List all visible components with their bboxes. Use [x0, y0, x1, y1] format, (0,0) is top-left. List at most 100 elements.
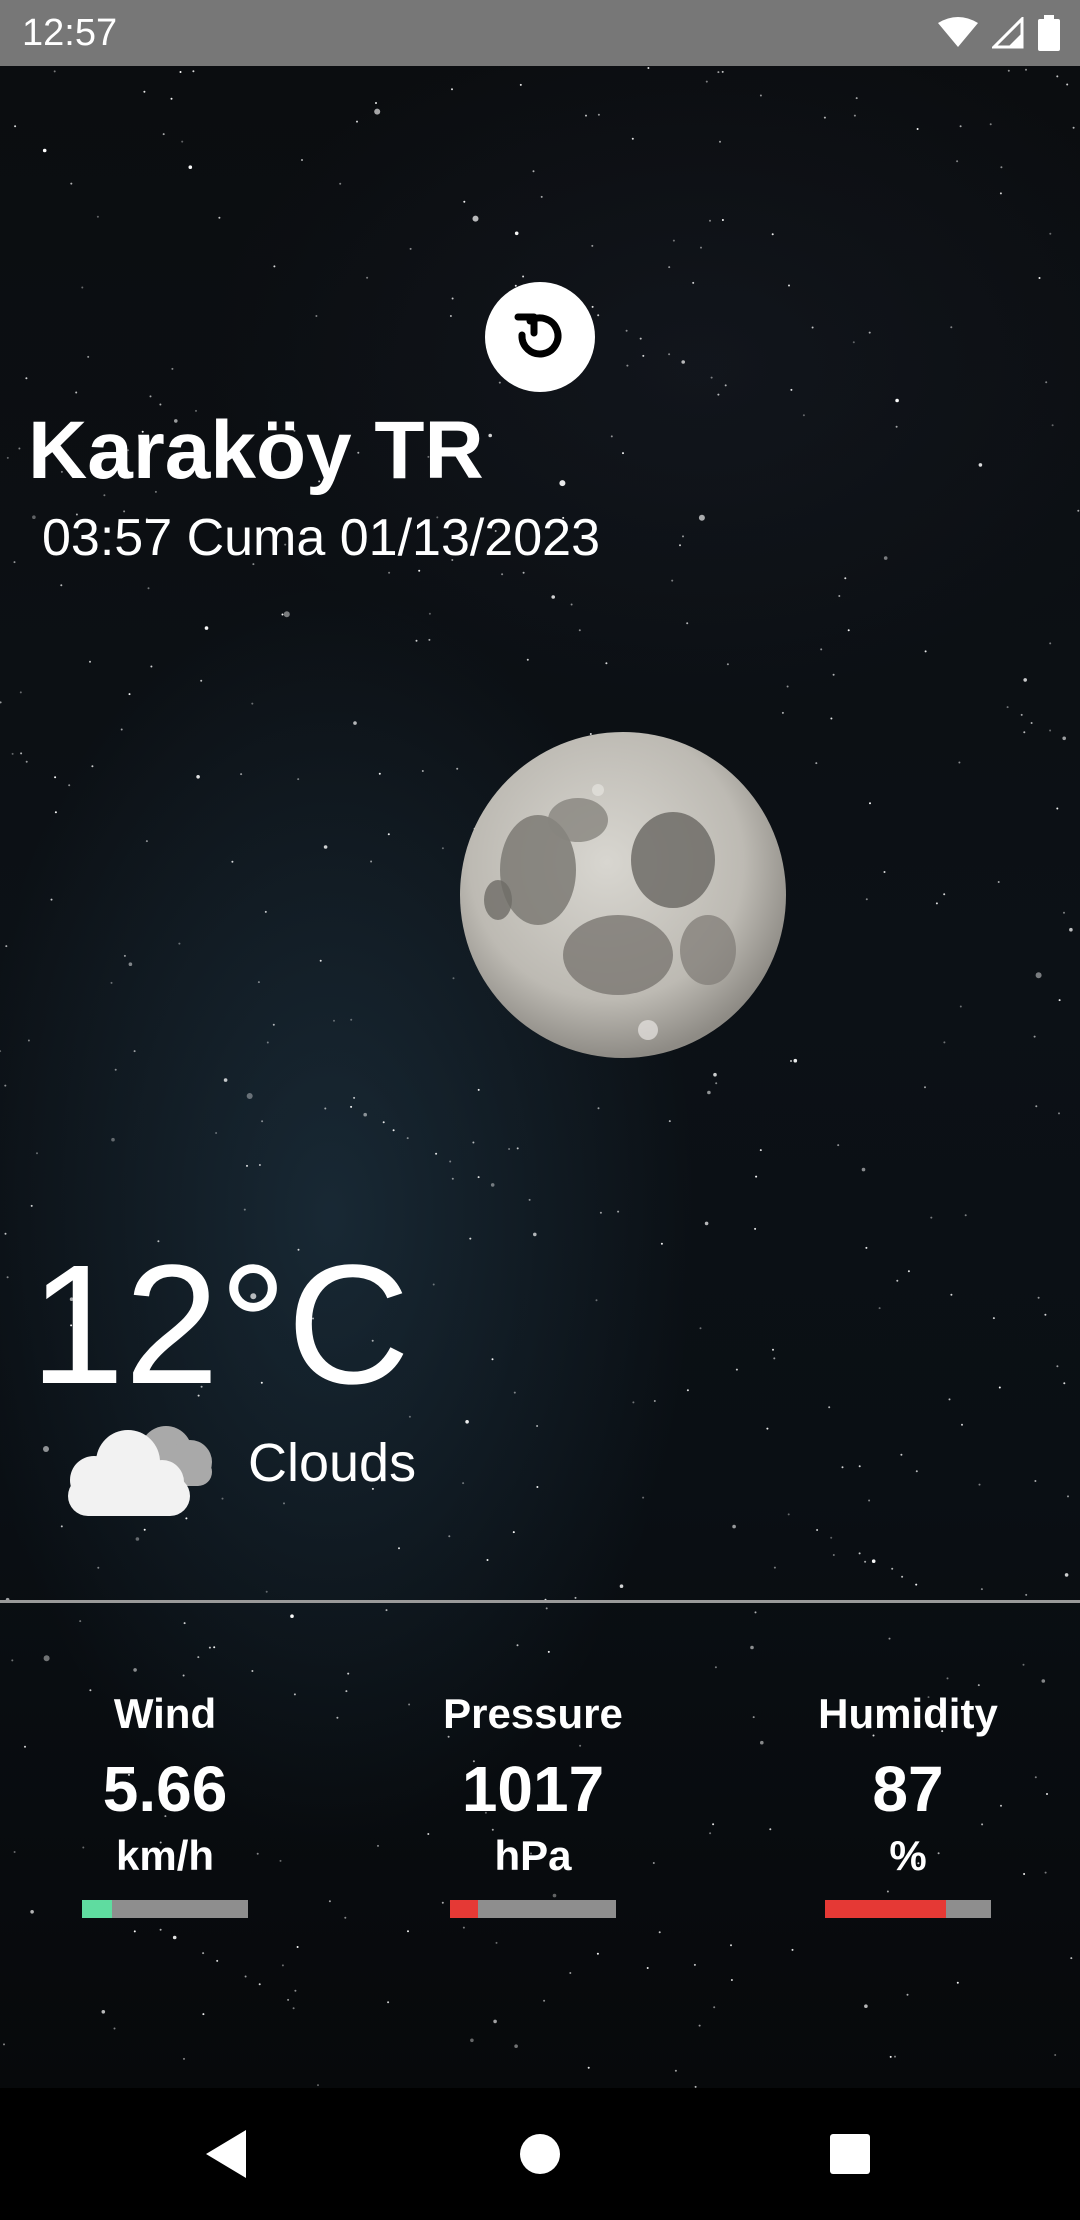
star: [900, 1453, 903, 1456]
star: [11, 752, 14, 755]
recents-button[interactable]: [784, 2088, 916, 2220]
star: [366, 276, 369, 279]
star: [1037, 1296, 1040, 1299]
star: [101, 2010, 106, 2014]
star: [1064, 1573, 1069, 1577]
star: [462, 1926, 465, 1929]
star: [791, 1948, 794, 1951]
back-button[interactable]: [160, 2088, 292, 2220]
star: [218, 216, 221, 219]
star: [773, 1357, 776, 1360]
star: [596, 1952, 599, 1955]
star: [830, 1536, 833, 1539]
star: [251, 1670, 254, 1672]
star: [54, 811, 57, 814]
star: [25, 377, 28, 380]
star: [333, 1019, 335, 1022]
star: [533, 1232, 537, 1237]
star: [883, 556, 888, 560]
star: [266, 1041, 269, 1044]
back-icon: [206, 2130, 246, 2178]
star: [1045, 381, 1048, 384]
star: [713, 2006, 716, 2009]
date-time: 03:57 Cuma 01/13/2023: [42, 509, 600, 567]
star: [717, 71, 720, 74]
star: [60, 1525, 63, 1528]
star: [536, 1486, 539, 1488]
star: [1000, 166, 1003, 169]
star: [714, 1666, 717, 1669]
star: [916, 128, 919, 130]
refresh-button[interactable]: [485, 282, 595, 392]
star: [1035, 1105, 1038, 1108]
star: [296, 1946, 299, 1948]
star: [183, 1622, 186, 1625]
star: [317, 2084, 319, 2087]
star: [639, 337, 642, 340]
star: [591, 244, 594, 247]
star: [498, 381, 501, 384]
star: [1063, 911, 1065, 914]
star: [490, 1183, 495, 1187]
star: [705, 80, 708, 83]
star: [43, 1446, 49, 1452]
star: [1063, 1382, 1066, 1385]
home-button[interactable]: [474, 2088, 606, 2220]
star: [493, 2019, 497, 2024]
star: [895, 425, 898, 428]
wind-bar: [82, 1900, 248, 1918]
star: [710, 376, 713, 379]
star: [786, 685, 789, 688]
star: [1025, 68, 1027, 71]
star: [715, 1082, 718, 1085]
star: [1023, 678, 1027, 682]
star: [344, 1916, 347, 1919]
star: [959, 125, 962, 128]
star: [578, 629, 581, 632]
star: [432, 1283, 435, 1286]
star: [428, 612, 431, 615]
star: [13, 561, 16, 564]
star: [508, 1148, 511, 1150]
star: [526, 658, 529, 661]
star: [6, 1276, 9, 1279]
star: [888, 1637, 891, 1640]
star: [692, 281, 695, 284]
status-icons: [938, 14, 1060, 52]
star: [251, 702, 254, 705]
star: [830, 717, 833, 720]
star: [787, 1513, 790, 1516]
star: [660, 1242, 663, 1245]
star: [382, 1121, 385, 1124]
star: [864, 2004, 868, 2008]
star: [559, 480, 566, 487]
star: [128, 693, 131, 696]
star: [907, 1270, 910, 1273]
star: [215, 1132, 218, 1134]
star: [1041, 1679, 1046, 1683]
star: [597, 113, 600, 116]
star: [120, 728, 123, 731]
star: [231, 860, 234, 863]
weather-condition: Clouds: [248, 1433, 417, 1493]
star: [398, 1547, 400, 1550]
star: [200, 679, 203, 682]
star: [1020, 713, 1023, 716]
star: [339, 182, 342, 185]
star: [858, 1465, 861, 1468]
star: [522, 275, 525, 278]
wind-value: 5.66: [102, 1753, 228, 1825]
star: [869, 802, 871, 805]
star: [185, 1517, 188, 1520]
star: [60, 584, 63, 587]
star: [1058, 999, 1061, 1002]
star: [513, 1391, 516, 1394]
star: [647, 67, 650, 69]
star: [178, 942, 181, 945]
star: [385, 1609, 388, 1612]
star: [0, 701, 2, 704]
star: [528, 1198, 531, 1201]
star: [435, 1152, 438, 1155]
star: [514, 231, 519, 236]
star: [752, 1716, 755, 1719]
